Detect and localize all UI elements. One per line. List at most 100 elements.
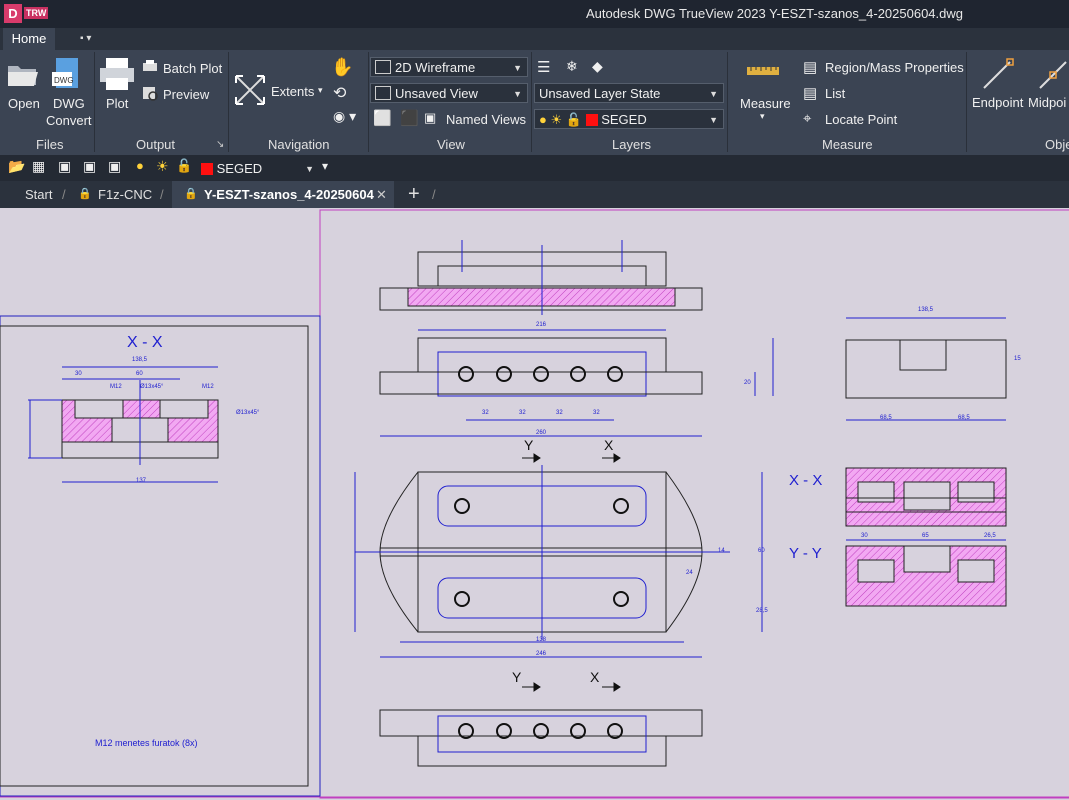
hole-row-front <box>458 366 623 382</box>
top-elevation-view <box>379 240 703 315</box>
region-mass-icon[interactable]: ▤ <box>803 58 817 76</box>
end-view <box>845 317 1007 421</box>
dim-20: 20 <box>744 380 751 386</box>
batch-plot-icon[interactable] <box>141 59 159 75</box>
batch-plot-button[interactable]: Batch Plot <box>163 61 222 76</box>
new-tab-plus-icon[interactable]: + <box>408 181 420 208</box>
file-tab-start[interactable]: Start <box>25 181 52 208</box>
group-files-label: Files <box>36 137 64 152</box>
end-dim-138-5: 138,5 <box>918 307 934 313</box>
measure-button[interactable]: Measure <box>740 96 791 111</box>
preview-button[interactable]: Preview <box>163 87 209 102</box>
qa-customize-icon[interactable]: ▾ <box>322 159 328 173</box>
section-xx-label: X - X <box>789 472 823 489</box>
visual-style-select[interactable]: 2D Wireframe ▼ <box>370 57 528 77</box>
orbit-icon[interactable]: ⟲ <box>333 83 346 103</box>
endpoint-snap-icon[interactable] <box>980 56 1016 92</box>
svg-text:DWG: DWG <box>54 76 74 85</box>
left-section-xx <box>28 366 219 483</box>
marker-y-bottom: Y <box>512 669 522 685</box>
qa-lock-icon[interactable]: 🔓 <box>176 158 192 174</box>
showmotion-icon[interactable]: ◉ ▾ <box>333 108 356 125</box>
lock-icon: 🔓 <box>565 112 582 127</box>
file-tab-active[interactable]: 🔒 Y-ESZT-szanos_4-20250604 ✕ <box>172 181 394 208</box>
file-tab-f1z-cnc[interactable]: F1z-CNC <box>98 181 152 208</box>
midpoint-button[interactable]: Midpoi <box>1028 95 1066 110</box>
dim-246: 246 <box>536 651 547 657</box>
dwg-convert-button-line2[interactable]: Convert <box>46 113 92 128</box>
file-tab-active-label: Y-ESZT-szanos_4-20250604 <box>204 187 374 202</box>
measure-ruler-icon[interactable] <box>746 64 780 78</box>
named-view-select[interactable]: Unsaved View ▼ <box>370 83 528 103</box>
extents-dropdown-icon[interactable]: ▾ <box>318 85 323 96</box>
qa-bulb-icon[interactable]: ● <box>136 158 144 173</box>
layer-iso-icon[interactable]: ◆ <box>592 58 603 75</box>
tab-home[interactable]: Home <box>3 28 55 50</box>
app-logo[interactable]: D <box>4 4 22 23</box>
cube-view2-icon[interactable]: ⬛ <box>400 109 419 127</box>
qa-layer-select[interactable]: SEGED ▼ <box>196 158 320 178</box>
endpoint-button[interactable]: Endpoint <box>972 95 1023 110</box>
plot-button[interactable]: Plot <box>106 96 128 111</box>
file-tab-divider: / <box>432 187 436 202</box>
dwg-convert-icon[interactable]: DWG <box>50 56 84 92</box>
view-icon <box>375 86 391 100</box>
qa-sun-icon[interactable]: ☀ <box>156 158 169 175</box>
left-dim-60: 60 <box>136 371 143 377</box>
named-views-button[interactable]: Named Views <box>446 112 526 127</box>
layer-state-select[interactable]: Unsaved Layer State ▼ <box>534 83 724 103</box>
dim-138: 138 <box>536 637 547 643</box>
qa-layer-value: SEGED <box>216 161 263 176</box>
layer-properties-icon[interactable]: ☰ <box>537 58 550 76</box>
left-label-chamfer: Ø13x45° <box>140 384 164 390</box>
sun-icon: ☀ <box>550 112 563 127</box>
list-icon[interactable]: ▤ <box>803 84 817 102</box>
midpoint-snap-icon[interactable] <box>1036 56 1069 92</box>
plot-printer-icon[interactable] <box>98 56 136 92</box>
left-dim-138-5: 138,5 <box>132 357 148 363</box>
section-yy-right <box>845 539 1007 607</box>
section-dim-30: 30 <box>861 533 868 539</box>
cube-view-icon[interactable]: ⬜ <box>373 109 392 127</box>
section-dim-65: 65 <box>922 533 929 539</box>
qa-open-icon[interactable]: 📂 <box>8 158 25 175</box>
named-views-icon[interactable]: ▣ <box>424 110 436 126</box>
qa-preview-icon[interactable]: ▣ <box>108 158 121 175</box>
marker-x-bottom: X <box>590 669 600 685</box>
dim-28-5: 28,5 <box>756 608 768 614</box>
qa-batch-plot-icon[interactable]: ▣ <box>83 158 96 175</box>
dwg-convert-button[interactable]: DWG <box>53 96 85 111</box>
region-mass-button[interactable]: Region/Mass Properties <box>825 60 964 75</box>
end-dim-68-5-b: 68,5 <box>958 415 970 421</box>
extents-icon[interactable] <box>232 72 268 108</box>
measure-dropdown-icon[interactable]: ▾ <box>760 111 765 122</box>
locate-point-button[interactable]: Locate Point <box>825 112 897 127</box>
dim-14: 14 <box>718 548 725 554</box>
qa-layer-color-swatch <box>201 163 213 175</box>
layer-freeze-icon[interactable]: ❄ <box>566 58 578 75</box>
pan-hand-icon[interactable]: ✋ <box>331 57 353 78</box>
extents-button[interactable]: Extents <box>271 84 314 99</box>
layer-select[interactable]: ● ☀ 🔓 SEGED ▼ <box>534 109 724 129</box>
qa-convert-icon[interactable]: ▦ <box>32 158 45 175</box>
open-folder-icon[interactable] <box>6 58 40 90</box>
preview-icon[interactable] <box>141 85 159 101</box>
output-dialog-launcher-icon[interactable]: ↘ <box>216 139 224 150</box>
dim-260: 260 <box>536 430 547 436</box>
open-button[interactable]: Open <box>8 96 40 111</box>
drawing-sheet[interactable] <box>0 208 1069 800</box>
plan-view <box>354 465 763 658</box>
group-measure-label: Measure <box>822 137 873 152</box>
locate-point-icon[interactable]: ⌖ <box>803 110 811 127</box>
left-dim-137: 137 <box>136 478 147 484</box>
group-navigation-label: Navigation <box>268 137 330 152</box>
left-section-title: X - X <box>127 334 163 351</box>
left-label-m12-b: M12 <box>202 384 214 390</box>
list-button[interactable]: List <box>825 86 845 101</box>
layer-color-swatch <box>585 114 598 126</box>
close-tab-icon[interactable]: ✕ <box>376 181 387 208</box>
front-elevation-view <box>379 329 774 437</box>
workspace-dropdown[interactable]: ▪ ▾ <box>80 33 91 44</box>
qa-plot-icon[interactable]: ▣ <box>58 158 71 175</box>
title-bar: D TRW Autodesk DWG TrueView 2023 Y-ESZT-… <box>0 0 1069 28</box>
